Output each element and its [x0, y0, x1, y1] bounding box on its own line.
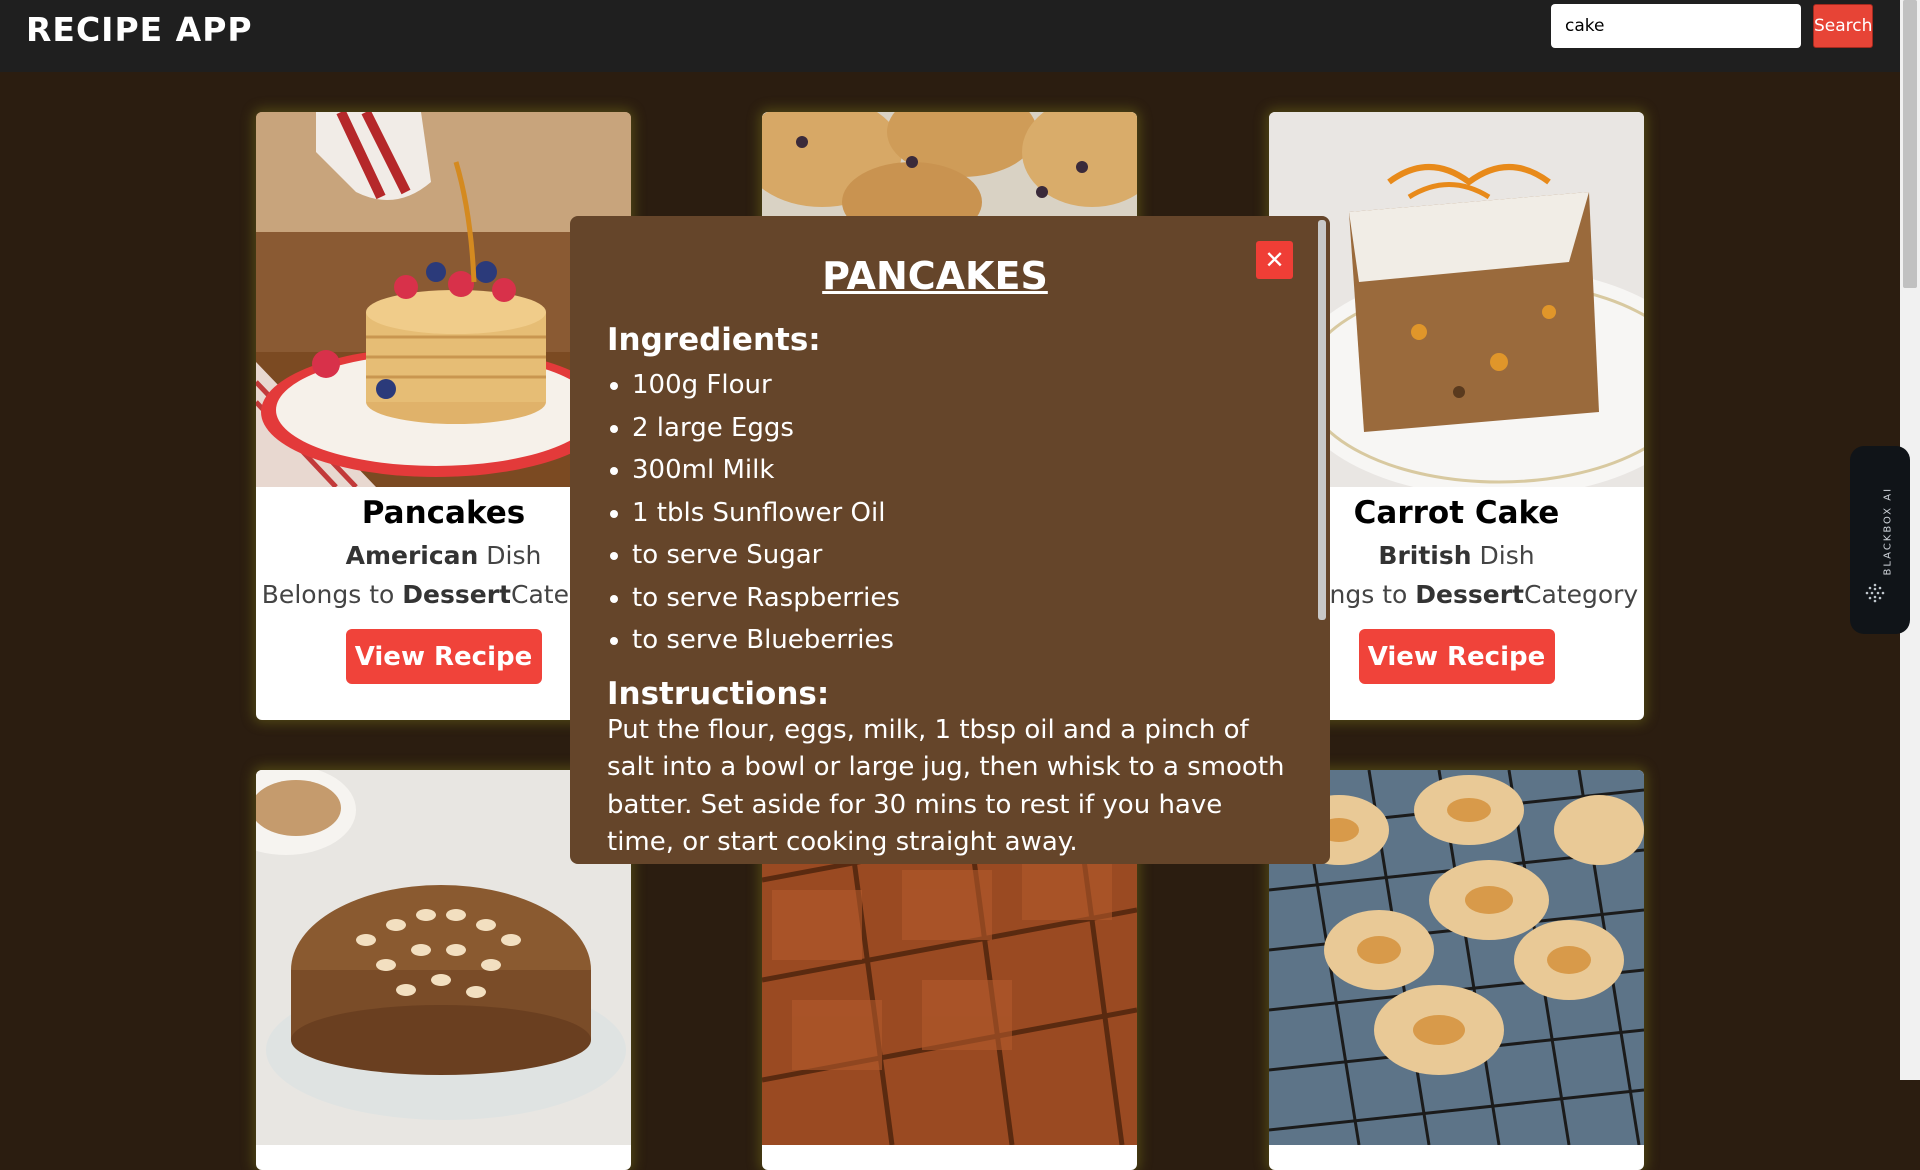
modal-scrollbar-thumb[interactable]	[1318, 220, 1326, 620]
ingredient-item: 1 tbls Sunflower Oil	[632, 492, 1287, 535]
instructions-text: Put the flour, eggs, milk, 1 tbsp oil an…	[607, 714, 1285, 858]
top-navbar: RECIPE APP Search	[0, 0, 1900, 72]
card-category-prefix: Belongs to	[261, 580, 403, 609]
ingredient-item: to serve Sugar	[632, 534, 1287, 577]
ingredient-item: 2 large Eggs	[632, 407, 1287, 450]
search-button[interactable]: Search	[1813, 4, 1873, 48]
app-title: RECIPE APP	[26, 10, 253, 49]
card-category-name: Dessert	[1415, 580, 1525, 609]
card-category-suffix: Category	[1524, 580, 1639, 609]
blackbox-ai-label: BLACKBOX AI	[1882, 486, 1894, 576]
ingredients-list: 100g Flour 2 large Eggs 300ml Milk 1 tbl…	[607, 364, 1287, 662]
card-category-name: Dessert	[402, 580, 512, 609]
modal-content: Ingredients: 100g Flour 2 large Eggs 300…	[607, 322, 1287, 862]
blackbox-logo-icon	[1864, 582, 1885, 603]
view-recipe-button[interactable]: View Recipe	[1358, 629, 1555, 684]
instructions-heading: Instructions:	[607, 675, 830, 712]
card-area-name: American	[345, 541, 479, 570]
modal-title: PANCAKES	[822, 254, 1048, 298]
recipe-modal: ✕ PANCAKES Ingredients: 100g Flour 2 lar…	[570, 216, 1330, 864]
view-recipe-button[interactable]: View Recipe	[345, 629, 542, 684]
card-area-suffix: Dish	[478, 541, 542, 570]
ingredient-item: 300ml Milk	[632, 449, 1287, 492]
blackbox-ai-widget[interactable]: BLACKBOX AI	[1850, 446, 1910, 634]
ingredient-item: to serve Blueberries	[632, 619, 1287, 662]
page-scrollbar-thumb[interactable]	[1903, 0, 1917, 288]
ingredients-heading: Ingredients:	[607, 322, 821, 358]
card-area-suffix: Dish	[1471, 541, 1535, 570]
ingredient-item: to serve Raspberries	[632, 577, 1287, 620]
ingredient-item: 100g Flour	[632, 364, 1287, 407]
search-input[interactable]	[1551, 4, 1801, 48]
card-area-name: British	[1378, 541, 1472, 570]
